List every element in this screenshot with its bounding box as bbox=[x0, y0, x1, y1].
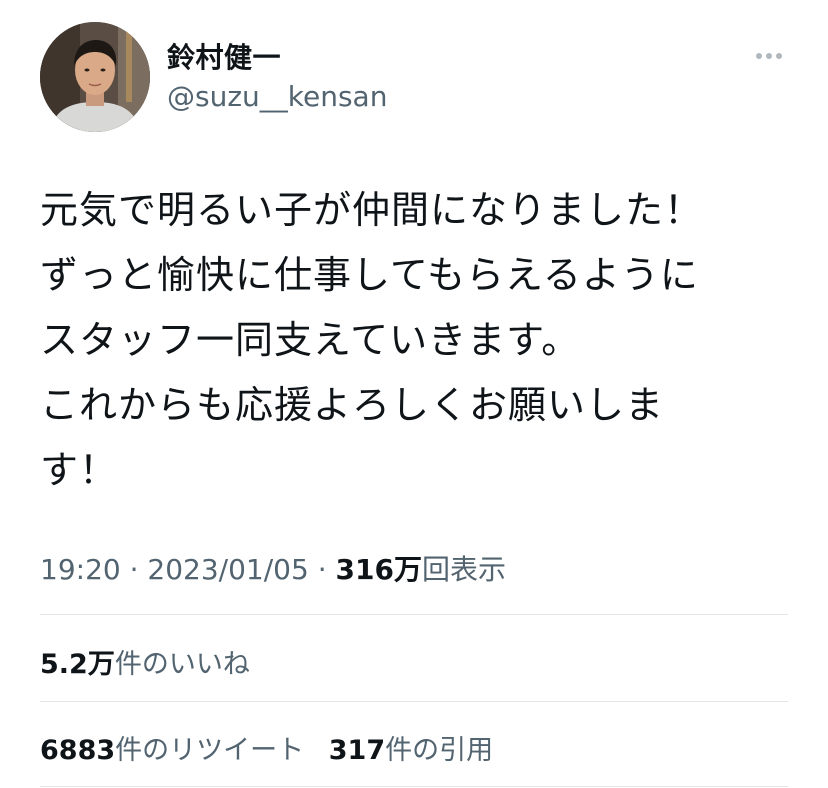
quotes-link[interactable]: 317件の引用 bbox=[329, 735, 493, 766]
tweet-meta: 19:20 · 2023/01/05 · 316万回表示 bbox=[40, 548, 506, 588]
likes-label: 件のいいね bbox=[114, 649, 250, 680]
username[interactable]: @suzu__kensan bbox=[167, 80, 387, 113]
likes-link[interactable]: 5.2万件のいいね bbox=[40, 649, 250, 680]
avatar[interactable] bbox=[40, 22, 150, 132]
tweet-text-line: スタッフ一同支えていきます。 bbox=[40, 318, 581, 362]
divider bbox=[40, 701, 788, 702]
meta-separator: · bbox=[129, 553, 148, 586]
views-count: 316万 bbox=[335, 553, 422, 586]
meta-separator: · bbox=[317, 553, 336, 586]
retweets-link[interactable]: 6883件のリツイート bbox=[40, 735, 304, 766]
display-name[interactable]: 鈴村健一 bbox=[167, 36, 281, 76]
tweet-text-line: ずっと愉快に仕事してもらえるように bbox=[40, 253, 699, 297]
tweet-text-line: 元気で明るい子が仲間になりました！ bbox=[40, 188, 704, 232]
retweets-row: 6883件のリツイート 317件の引用 bbox=[40, 728, 493, 767]
more-horizontal-icon bbox=[756, 53, 782, 59]
quotes-count: 317 bbox=[328, 735, 386, 766]
likes-row: 5.2万件のいいね bbox=[40, 642, 250, 681]
avatar-photo-icon bbox=[40, 22, 150, 132]
divider bbox=[40, 614, 788, 615]
tweet-time[interactable]: 19:20 bbox=[40, 553, 121, 586]
tweet-date[interactable]: 2023/01/05 bbox=[147, 553, 308, 586]
quotes-label: 件の引用 bbox=[385, 735, 494, 766]
likes-count: 5.2万 bbox=[40, 649, 115, 680]
tweet-text-line: これからも応援よろしくお願いしま bbox=[40, 383, 665, 427]
retweets-label: 件のリツイート bbox=[115, 735, 305, 766]
divider bbox=[40, 786, 788, 787]
more-options-button[interactable] bbox=[752, 46, 786, 66]
tweet-text-line: す！ bbox=[40, 448, 119, 492]
tweet-header: 鈴村健一 @suzu__kensan bbox=[40, 22, 788, 132]
tweet-detail: 鈴村健一 @suzu__kensan 元気で明るい子が仲間になりました！ ずっと… bbox=[0, 0, 828, 788]
views-label: 回表示 bbox=[421, 553, 506, 586]
retweets-count: 6883 bbox=[40, 735, 116, 766]
tweet-text: 元気で明るい子が仲間になりました！ ずっと愉快に仕事してもらえるように スタッフ… bbox=[40, 178, 788, 503]
